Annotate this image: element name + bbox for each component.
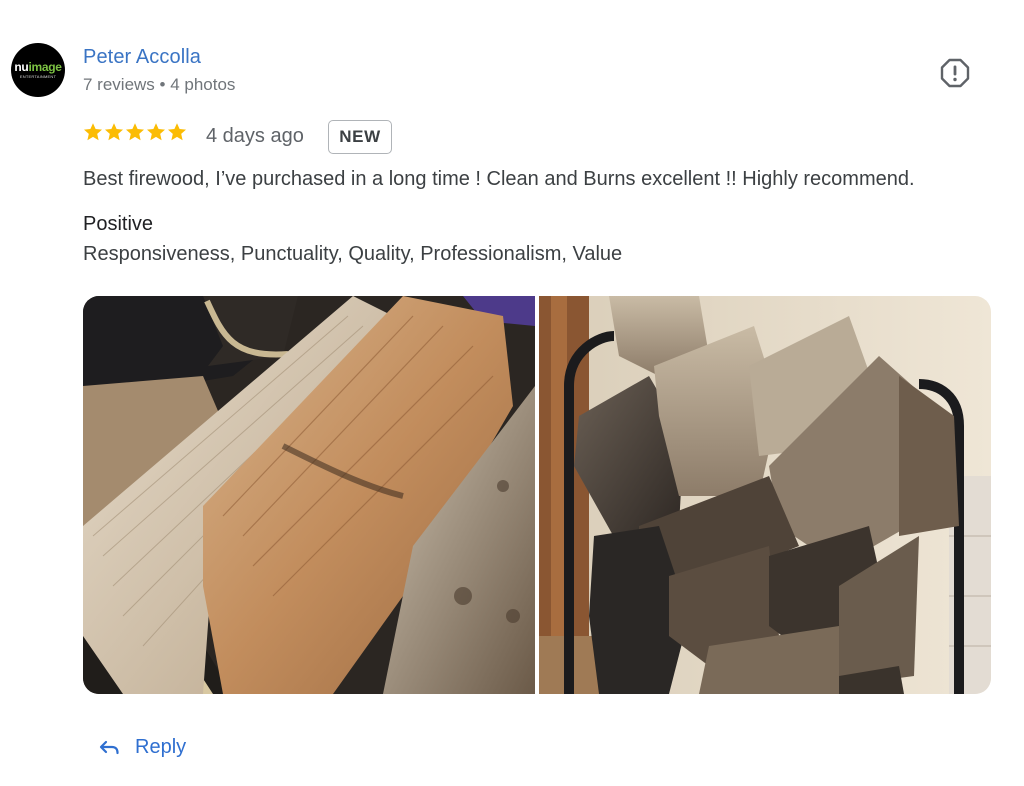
star-icon: [147, 123, 165, 141]
positive-label: Positive: [83, 213, 154, 235]
firewood-closeup-photo[interactable]: [83, 296, 535, 694]
reply-button[interactable]: Reply: [97, 735, 186, 759]
review-time: 4 days ago: [206, 125, 304, 147]
avatar-logo: nuimage: [14, 59, 62, 74]
report-icon[interactable]: [940, 58, 970, 88]
reviewer-name[interactable]: Peter Accolla: [83, 46, 201, 69]
star-icon: [126, 123, 144, 141]
new-badge: NEW: [328, 120, 392, 154]
firewood-rack-photo[interactable]: [539, 296, 991, 694]
avatar[interactable]: nuimage ENTERTAINMENT: [11, 43, 65, 97]
review-text: Best firewood, I’ve purchased in a long …: [83, 168, 915, 190]
review-photos: [83, 296, 991, 694]
avatar-logo-subtitle: ENTERTAINMENT: [19, 73, 57, 79]
reply-label: Reply: [135, 735, 187, 758]
positive-values: Responsiveness, Punctuality, Quality, Pr…: [83, 243, 623, 265]
star-rating: [83, 122, 187, 142]
reply-icon: [99, 740, 119, 755]
reviewer-meta: 7 reviews • 4 photos: [83, 75, 236, 94]
star-icon: [168, 123, 186, 141]
star-icon: [84, 123, 102, 141]
star-icon: [105, 123, 123, 141]
